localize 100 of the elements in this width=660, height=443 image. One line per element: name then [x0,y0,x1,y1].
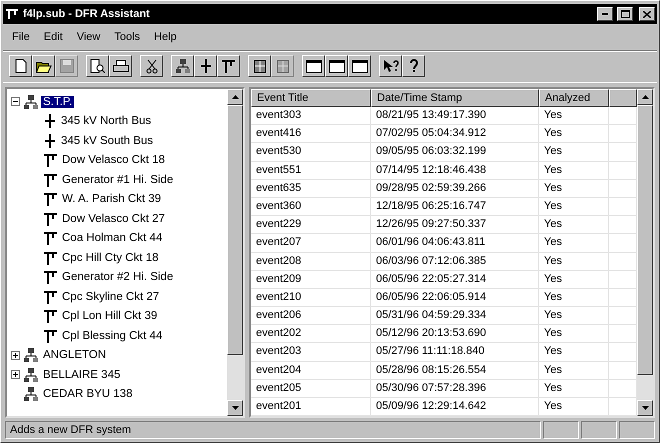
column-header[interactable] [609,89,637,108]
scroll-thumb[interactable] [227,105,243,355]
table-cell: event360 [251,198,371,216]
scroll-thumb[interactable] [637,105,653,375]
tree-item[interactable]: 345 kV North Bus [59,115,154,128]
printer-icon [112,60,128,72]
up-arrow-icon [232,95,238,99]
toolbar-button[interactable] [194,55,217,77]
breaker-icon [44,328,57,343]
tree-item[interactable]: Generator #2 Hi. Side [60,271,176,284]
table-cell: 05/30/96 07:57:28.396 [371,380,539,397]
tree-item[interactable]: Cpl Blessing Ckt 44 [60,330,164,342]
breaker-icon [44,290,57,304]
breaker-icon [44,172,57,187]
network-icon [24,368,38,382]
column-header[interactable]: Date/Time Stamp [371,89,539,108]
window-icon [352,60,368,72]
menu-item[interactable]: Tools [107,31,148,43]
maximize-button[interactable] [617,7,633,21]
menu-item[interactable]: Help [147,31,184,43]
toolbar-button[interactable] [302,55,325,77]
scroll-up-button[interactable] [637,89,653,105]
menu-item[interactable]: View [70,31,108,43]
breaker-icon [44,192,57,206]
toolbar-button[interactable] [217,55,240,77]
tree-item[interactable]: Cpc Hill Cty Ckt 18 [60,252,160,264]
minus-icon [13,99,18,104]
toolbar-button[interactable] [86,55,109,77]
table-cell: Yes [539,234,609,252]
breaker-icon [44,231,57,246]
scroll-down-button[interactable] [637,400,653,416]
table-cell: 09/05/95 06:03:32.199 [371,143,539,161]
tree-item[interactable]: BELLAIRE 345 [41,368,122,381]
table-cell: 06/05/96 22:06:05.914 [371,288,539,306]
scroll-down-button[interactable] [227,400,243,416]
tree-item[interactable]: S.T.P. [41,96,74,108]
toolbar-button[interactable] [140,55,163,77]
minimize-button[interactable] [597,7,613,21]
toolbar-button[interactable] [171,55,194,77]
table-cell: Yes [539,252,609,270]
table-cell: event635 [251,180,371,197]
expand-toggle[interactable] [11,370,20,380]
toolbar-button[interactable] [402,55,425,77]
scroll-up-button[interactable] [227,89,243,105]
toolbar-button[interactable] [348,55,371,77]
minimize-icon [602,13,608,15]
table-cell: Yes [539,143,609,161]
table-cell: 06/03/96 07:12:06.385 [371,252,539,270]
tree-item[interactable]: ANGLETON [41,349,108,362]
table-cell: event209 [251,270,371,288]
table-cell: event202 [251,325,371,342]
table-cell: event208 [251,252,371,270]
table-cell: 07/14/95 12:18:46.438 [371,162,539,179]
preview-icon [90,59,105,73]
tree-item[interactable]: Dow Velasco Ckt 18 [60,154,167,166]
scrollbar[interactable] [227,89,243,416]
tree-item[interactable]: Dow Velasco Ckt 27 [60,212,167,225]
table-cell: 06/05/96 22:05:27.314 [371,270,539,288]
toolbar-button[interactable] [248,55,271,77]
table-cell: event205 [251,380,371,397]
column-header[interactable]: Analyzed [539,89,609,108]
table-cell: event303 [251,107,371,124]
menu-item[interactable]: File [5,31,37,43]
table-cell: 08/21/95 13:49:17.390 [371,107,539,124]
toolbar-button[interactable] [9,55,32,77]
tree-item[interactable]: Generator #1 Hi. Side [60,174,176,186]
app-icon [5,8,19,20]
toolbar-button[interactable] [109,55,132,77]
tree-item[interactable]: W. A. Parish Ckt 39 [60,193,164,206]
tree-item[interactable]: Cpl Lon Hill Ckt 39 [60,310,160,322]
tree-item[interactable]: Cpc Skyline Ckt 27 [60,290,162,303]
network-icon [176,59,190,73]
toolbar-button[interactable] [325,55,348,77]
table-cell: Yes [539,343,609,361]
window-icon [328,60,344,72]
status-panel [619,421,655,439]
grid-icon [254,60,266,72]
bus-icon [44,134,56,148]
table-cell: Yes [539,270,609,288]
breaker-icon [222,59,235,73]
toolbar-button[interactable] [32,55,55,77]
window-icon [306,60,322,72]
table-cell: Yes [539,380,609,397]
tree-item[interactable]: CEDAR BYU 138 [41,388,134,400]
table-cell: 05/28/96 08:15:26.554 [371,362,539,379]
scrollbar[interactable] [637,89,653,416]
close-button[interactable] [639,7,655,21]
table-cell: event530 [251,143,371,161]
tree-item[interactable]: Coa Holman Ckt 44 [60,232,164,244]
expand-toggle[interactable] [11,97,20,106]
breaker-icon [44,153,57,168]
table-cell: 12/26/95 09:27:50.337 [371,216,539,234]
toolbar-button[interactable] [379,55,402,77]
table-cell: 09/28/95 02:59:39.266 [371,180,539,197]
column-header[interactable]: Event Title [251,89,371,108]
window-title: f4lp.sub - DFR Assistant [23,8,151,20]
new-document-icon [14,59,26,73]
menu-item[interactable]: Edit [36,31,70,43]
expand-toggle[interactable] [11,350,20,360]
tree-item[interactable]: 345 kV South Bus [59,134,156,147]
